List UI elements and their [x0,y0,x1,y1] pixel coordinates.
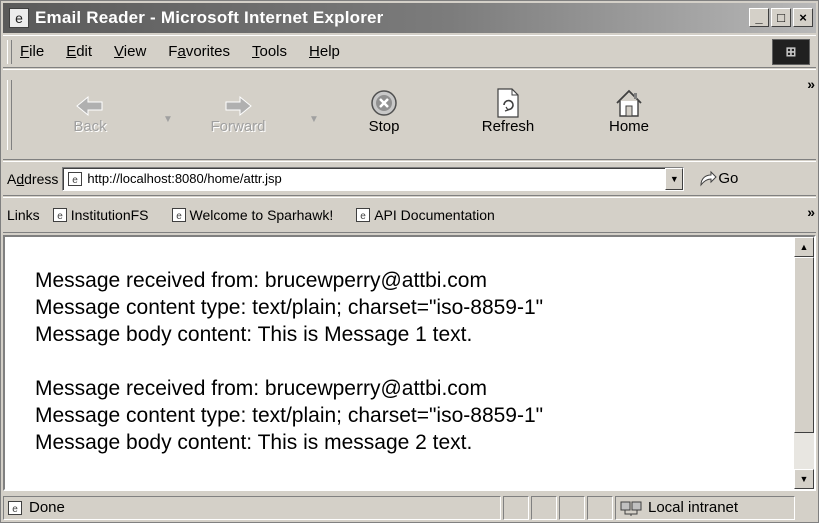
home-label: Home [608,118,649,135]
maximize-button[interactable]: □ [771,8,791,27]
status-pane [503,495,529,520]
forward-label: Forward [210,118,266,135]
message-from: Message received from: brucewperry@attbi… [35,377,487,400]
go-label: Go [718,170,739,187]
status-main-pane: e Done [3,495,501,520]
menu-favorites[interactable]: Favorites [168,43,230,60]
back-arrow-icon [65,78,115,118]
stop-label: Stop [368,118,400,135]
address-dropdown-icon[interactable]: ▼ [665,167,684,190]
message-body: Message body content: This is Message 1 … [35,323,473,346]
back-dropdown-icon[interactable]: ▼ [163,114,173,125]
stop-button[interactable]: Stop [359,78,409,135]
message-content-type: Message content type: text/plain; charse… [35,404,544,427]
address-url: http://localhost:8080/home/attr.jsp [87,171,282,186]
message-item: Message received from: brucewperry@attbi… [35,267,790,348]
home-button[interactable]: Home [599,78,659,135]
links-more-chevron[interactable]: » [807,204,815,220]
link-welcome-sparhawk[interactable]: e Welcome to Sparhawk! [171,207,333,223]
forward-button[interactable]: Forward [203,78,273,135]
title-bar: e Email Reader - Microsoft Internet Expl… [3,3,816,33]
menu-bar: File Edit View Favorites Tools Help ⊞ [3,35,816,68]
menu-view[interactable]: View [114,43,146,60]
svg-text:e: e [12,504,18,515]
status-pane [587,495,613,520]
status-text: Done [29,499,65,516]
forward-arrow-icon [203,78,273,118]
menu-file[interactable]: File [20,43,44,60]
scroll-thumb[interactable] [794,257,814,433]
svg-text:e: e [176,211,182,222]
toolbar-grip[interactable] [7,80,12,150]
browser-window: e Email Reader - Microsoft Internet Expl… [0,0,819,523]
refresh-label: Refresh [481,118,535,135]
message-item: Message received from: brucewperry@attbi… [35,375,790,456]
ie-page-icon: e [52,208,67,222]
ie-page-icon: e [8,500,22,515]
menu-edit[interactable]: Edit [66,43,92,60]
window-controls: _ □ × [749,8,813,27]
message-from: Message received from: brucewperry@attbi… [35,269,487,292]
svg-text:e: e [360,211,366,222]
zone-label: Local intranet [648,499,739,516]
back-button[interactable]: Back [65,78,115,135]
address-label: Address [7,170,59,187]
svg-text:e: e [73,175,79,186]
minimize-button[interactable]: _ [749,8,769,27]
security-zone-pane: Local intranet [615,495,795,520]
intranet-icon [620,501,642,516]
go-button[interactable]: Go [698,170,738,188]
link-institutionfs[interactable]: e InstitutionFS [52,207,149,223]
forward-dropdown-icon[interactable]: ▼ [309,114,319,125]
toolbar-more-chevron[interactable]: » [807,76,815,92]
close-button[interactable]: × [793,8,813,27]
stop-icon [359,78,409,118]
refresh-button[interactable]: Refresh [473,78,543,135]
standard-toolbar: Back ▼ Forward ▼ Stop Refresh Home » [3,69,816,160]
status-bar: e Done Local intranet [3,493,816,522]
ie-page-icon: e [356,208,371,222]
windows-logo-icon: ⊞ [772,39,810,65]
go-arrow-icon [700,170,718,187]
message-list: Message received from: brucewperry@attbi… [35,267,790,483]
menu-tools[interactable]: Tools [252,43,287,60]
message-content-type: Message content type: text/plain; charse… [35,296,544,319]
status-pane [559,495,585,520]
links-bar: Links e InstitutionFS e Welcome to Sparh… [3,197,816,233]
home-icon [599,78,659,118]
svg-text:e: e [57,211,63,222]
scroll-down-icon[interactable]: ▼ [794,469,814,489]
menu-help[interactable]: Help [309,43,340,60]
ie-page-icon: e [68,171,83,186]
vertical-scrollbar[interactable]: ▲ ▼ [794,237,814,489]
ie-page-icon: e [171,208,186,222]
refresh-icon [473,78,543,118]
message-body: Message body content: This is message 2 … [35,431,473,454]
address-bar: Address e http://localhost:8080/home/att… [3,161,816,196]
status-pane [531,495,557,520]
ie-page-icon: e [9,8,29,28]
page-content: Message received from: brucewperry@attbi… [3,235,816,491]
menu-grip[interactable] [7,39,12,64]
scroll-up-icon[interactable]: ▲ [794,237,814,257]
address-input[interactable]: e http://localhost:8080/home/attr.jsp ▼ [62,166,685,191]
back-label: Back [73,118,107,135]
link-api-documentation[interactable]: e API Documentation [355,207,495,223]
window-title: Email Reader - Microsoft Internet Explor… [35,8,384,27]
links-label: Links [7,207,40,223]
